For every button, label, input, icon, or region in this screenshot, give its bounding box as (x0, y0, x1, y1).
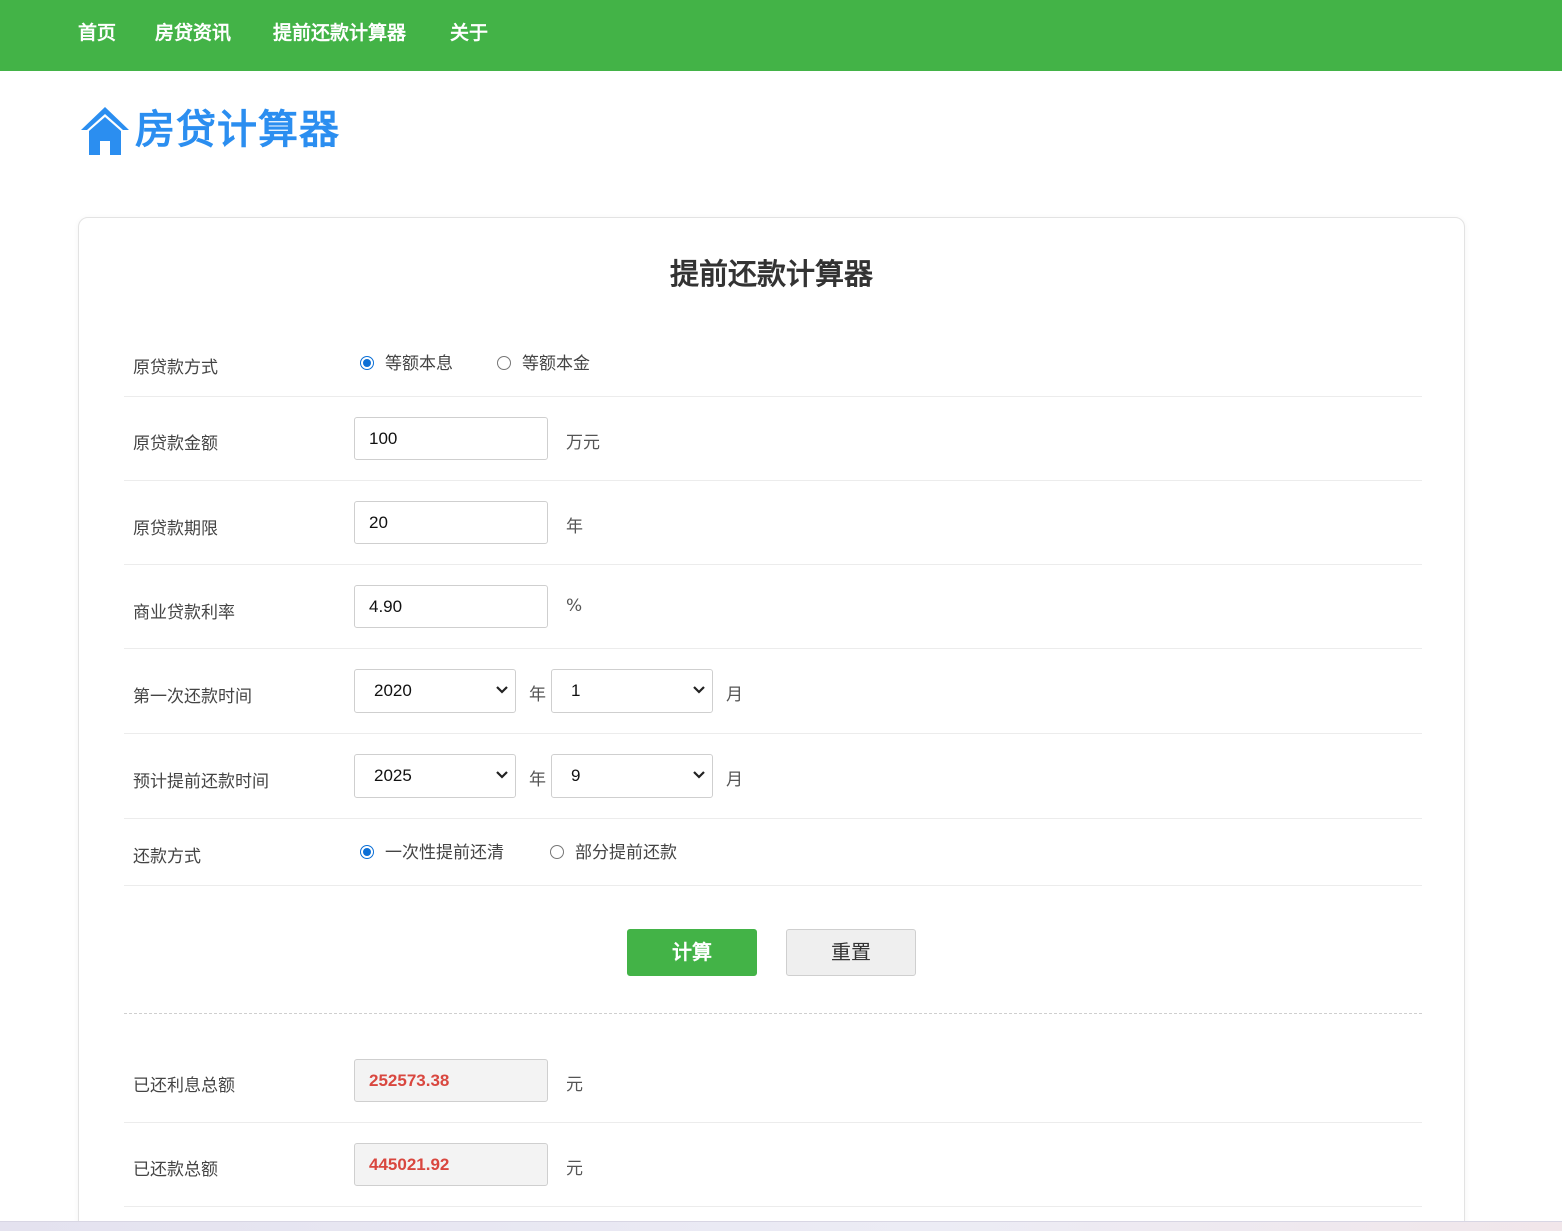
total-paid-label: 已还款总额 (133, 1160, 218, 1180)
total-paid-row: 已还款总额 445021.92 元 (124, 1123, 1422, 1207)
loan-amount-input[interactable]: 100 (354, 417, 548, 460)
prepay-year-unit: 年 (529, 770, 546, 790)
repay-method-row: 还款方式 一次性提前还清 部分提前还款 (124, 819, 1422, 886)
interest-paid-output: 252573.38 (354, 1059, 548, 1102)
prepay-month-select[interactable]: 9 (551, 754, 713, 798)
first-payment-month-select[interactable]: 1 (551, 669, 713, 713)
nav-prepayment-calculator[interactable]: 提前还款计算器 (273, 20, 406, 46)
prepayment-calculator-card: 提前还款计算器 原贷款方式 等额本息 等额本金 原贷款金额 100 万元 原贷款… (78, 217, 1465, 1231)
reset-button[interactable]: 重置 (786, 929, 916, 976)
chevron-down-icon (496, 686, 508, 694)
total-paid-output: 445021.92 (354, 1143, 548, 1186)
loan-type-label: 原贷款方式 (133, 358, 218, 378)
chevron-down-icon (693, 686, 705, 694)
loan-type-row: 原贷款方式 等额本息 等额本金 (124, 330, 1422, 397)
interest-rate-unit: % (566, 596, 583, 616)
chevron-down-icon (496, 771, 508, 779)
loan-term-input[interactable]: 20 (354, 501, 548, 544)
loan-amount-row: 原贷款金额 100 万元 (124, 397, 1422, 481)
prepay-year-select[interactable]: 2025 (354, 754, 516, 798)
radio-unchecked-icon[interactable] (497, 356, 511, 370)
loan-term-unit: 年 (566, 517, 583, 537)
interest-paid-row: 已还利息总额 252573.38 元 (124, 1038, 1422, 1123)
repay-method-label: 还款方式 (133, 847, 201, 867)
radio-checked-icon[interactable] (360, 845, 374, 859)
house-icon (81, 107, 129, 155)
interest-rate-label: 商业贷款利率 (133, 603, 235, 623)
loan-term-row: 原贷款期限 20 年 (124, 481, 1422, 565)
prepay-time-label: 预计提前还款时间 (133, 772, 269, 792)
loan-amount-label: 原贷款金额 (133, 434, 218, 454)
interest-paid-label: 已还利息总额 (133, 1076, 235, 1096)
first-payment-row: 第一次还款时间 2020 年 1 月 (124, 649, 1422, 734)
interest-rate-input[interactable]: 4.90 (354, 585, 548, 628)
loan-amount-unit: 万元 (566, 433, 600, 453)
bottom-taskbar-strip (0, 1221, 1562, 1231)
first-payment-year-select[interactable]: 2020 (354, 669, 516, 713)
chevron-down-icon (693, 771, 705, 779)
logo-text: 房贷计算器 (135, 107, 340, 153)
first-payment-month-unit: 月 (726, 685, 743, 705)
radio-unchecked-icon[interactable] (550, 845, 564, 859)
results-divider (124, 1013, 1422, 1014)
prepay-month-unit: 月 (726, 770, 743, 790)
loan-term-label: 原贷款期限 (133, 519, 218, 539)
nav-home[interactable]: 首页 (78, 20, 116, 46)
calculate-button[interactable]: 计算 (627, 929, 757, 976)
nav-mortgage-news[interactable]: 房贷资讯 (155, 20, 231, 46)
calculator-title: 提前还款计算器 (669, 257, 873, 291)
first-payment-year-unit: 年 (529, 685, 546, 705)
nav-about[interactable]: 关于 (450, 20, 488, 46)
prepay-time-row: 预计提前还款时间 2025 年 9 月 (124, 734, 1422, 819)
top-nav: 首页 房贷资讯 提前还款计算器 关于 (0, 0, 1562, 71)
total-paid-unit: 元 (566, 1159, 583, 1179)
interest-rate-row: 商业贷款利率 4.90 % (124, 565, 1422, 649)
first-payment-label: 第一次还款时间 (133, 687, 252, 707)
interest-paid-unit: 元 (566, 1075, 583, 1095)
radio-checked-icon[interactable] (360, 356, 374, 370)
